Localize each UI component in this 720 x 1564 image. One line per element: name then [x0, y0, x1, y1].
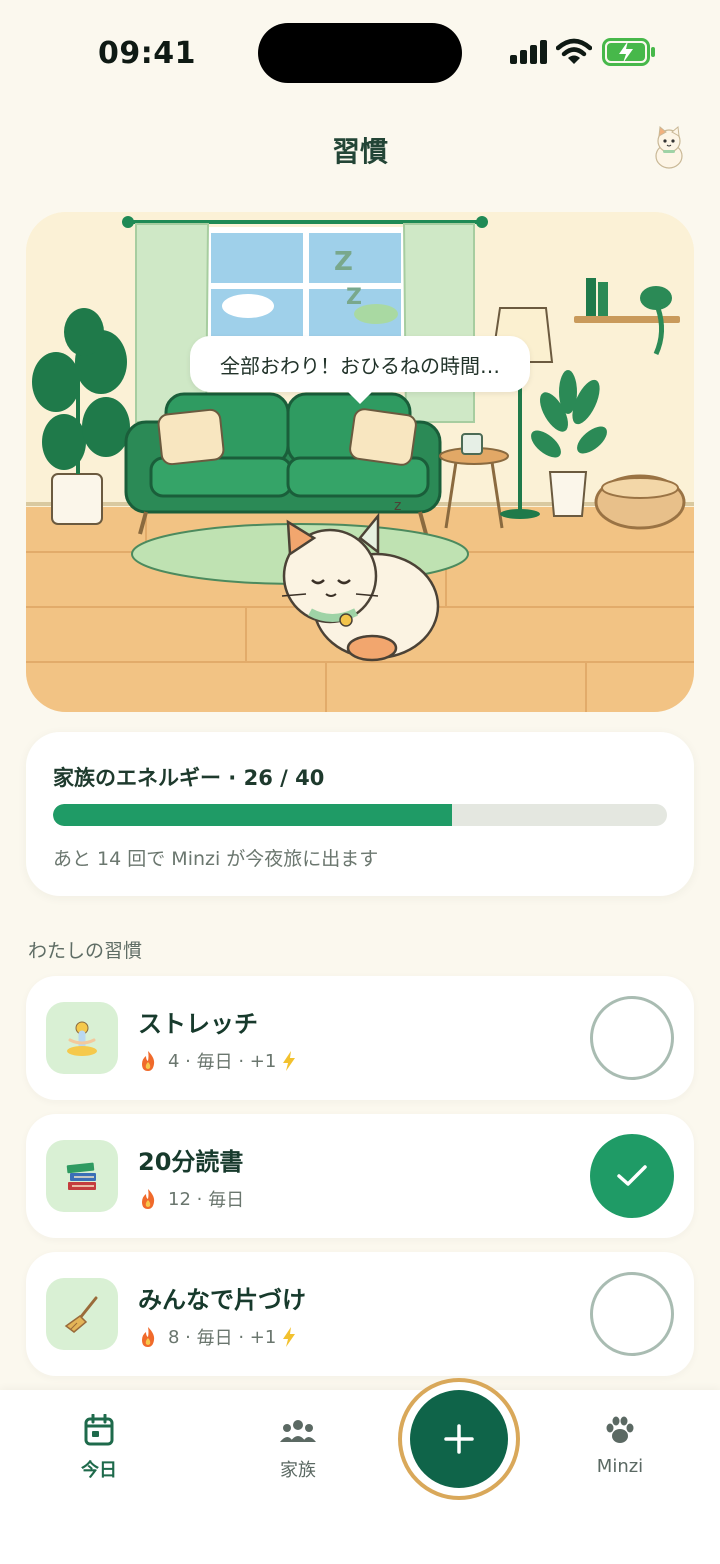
meta-separator: · [179, 1050, 197, 1072]
dynamic-island [258, 23, 462, 83]
habit-frequency: 毎日 [196, 1328, 233, 1349]
living-room-illustration: Z Z z [26, 212, 694, 712]
habit-name: ストレッチ [138, 1010, 258, 1038]
wifi-icon [556, 38, 592, 64]
books-icon [66, 1162, 96, 1190]
svg-text:z: z [394, 498, 401, 514]
flame-icon [142, 1189, 155, 1209]
habit-meta: 12 · 毎日 [138, 1186, 244, 1212]
habit-meta: 4 · 毎日 · +1 [138, 1048, 296, 1074]
family-icon [280, 1420, 316, 1442]
section-label-my-habits: わたしの習慣 [28, 940, 143, 962]
habit-streak: 12 [168, 1188, 191, 1210]
speech-bubble: 全部おわり！おひるねの時間… [190, 336, 530, 404]
habit-check-button-done[interactable] [590, 1134, 674, 1218]
living-room-scene: Z Z z 全部おわり！おひるねの時間… [26, 212, 694, 712]
meta-separator: · [232, 1050, 250, 1072]
status-bar: 09:41 [0, 0, 720, 100]
habit-frequency: 毎日 [196, 1052, 233, 1073]
plus-icon [444, 1424, 474, 1454]
add-habit-button[interactable] [410, 1390, 508, 1488]
habit-check-button[interactable] [590, 1272, 674, 1356]
energy-subtitle: あと 14 回で Minzi が今夜旅に出ます [53, 848, 379, 870]
habit-icon-box [46, 1278, 118, 1350]
yoga-icon [67, 1021, 97, 1056]
flame-icon [142, 1051, 155, 1071]
habit-row-tidy-up[interactable]: みんなで片づけ 8 · 毎日 · +1 [26, 1252, 694, 1376]
habit-name: みんなで片づけ [138, 1286, 306, 1314]
page-title: 習慣 [331, 135, 388, 168]
meta-separator: · [232, 1326, 250, 1348]
energy-title: 家族のエネルギー · 26 / 40 [53, 766, 325, 790]
broom-icon [64, 1296, 98, 1333]
tab-label: 家族 [280, 1460, 316, 1481]
lightning-icon [283, 1327, 296, 1347]
cellular-signal-icon [510, 40, 547, 64]
battery-charging-icon [602, 38, 655, 66]
family-energy-card: 家族のエネルギー · 26 / 40 あと 14 回で Minzi が今夜旅に出… [26, 732, 694, 896]
habit-icon-box [46, 1140, 118, 1212]
status-time: 09:41 [98, 36, 196, 71]
habit-frequency: 毎日 [208, 1190, 245, 1211]
habit-check-button[interactable] [590, 996, 674, 1080]
habit-bonus: +1 [249, 1050, 277, 1072]
tab-label: 今日 [81, 1460, 117, 1481]
habit-streak: 4 [168, 1050, 180, 1072]
svg-text:Z: Z [346, 285, 362, 310]
energy-progress-bar [53, 804, 667, 826]
habit-bonus: +1 [249, 1326, 277, 1348]
cat-avatar-icon[interactable] [648, 124, 690, 170]
habit-name: 20分読書 [138, 1148, 244, 1176]
meta-separator: · [190, 1188, 209, 1210]
checkmark-icon [617, 1165, 647, 1186]
habit-streak: 8 [168, 1326, 180, 1348]
calendar-icon [84, 1413, 114, 1446]
habit-meta: 8 · 毎日 · +1 [138, 1324, 296, 1350]
tab-today[interactable]: 今日 [49, 1413, 149, 1482]
tab-minzi[interactable]: Minzi [570, 1414, 670, 1477]
habit-row-stretch[interactable]: ストレッチ 4 · 毎日 · +1 [26, 976, 694, 1100]
habit-row-reading[interactable]: 20分読書 12 · 毎日 [26, 1114, 694, 1238]
svg-text:Z: Z [334, 247, 353, 277]
meta-separator: · [179, 1326, 197, 1348]
tab-label: Minzi [596, 1456, 644, 1477]
habit-icon-box [46, 1002, 118, 1074]
paw-icon [606, 1416, 634, 1443]
lightning-icon [283, 1051, 296, 1071]
tab-family[interactable]: 家族 [248, 1414, 348, 1482]
energy-progress-fill [53, 804, 453, 826]
flame-icon [142, 1327, 155, 1347]
